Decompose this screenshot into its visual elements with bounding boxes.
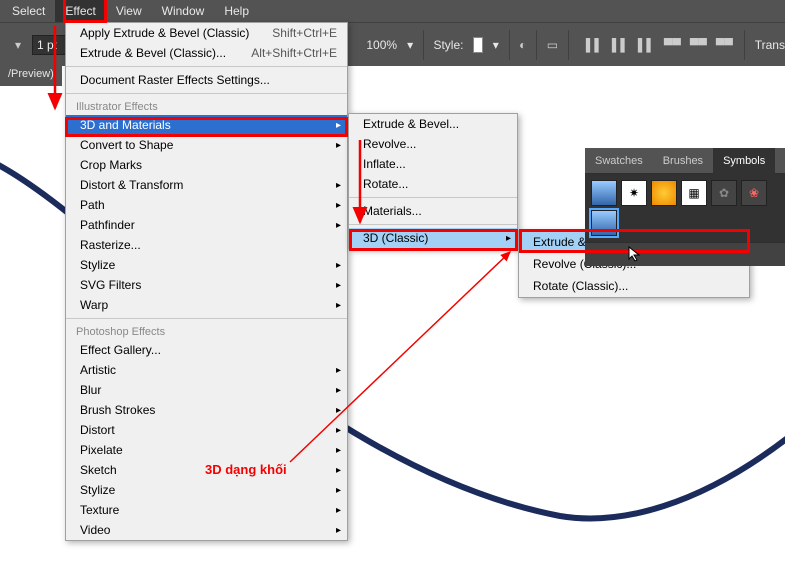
- menu-blur[interactable]: Blur: [66, 380, 347, 400]
- menu-3d-materials[interactable]: 3D and Materials: [66, 115, 347, 135]
- menu-pathfinder[interactable]: Pathfinder: [66, 215, 347, 235]
- menu-video[interactable]: Video: [66, 520, 347, 540]
- menu-window[interactable]: Window: [152, 0, 215, 22]
- document-tab[interactable]: /Preview): [0, 66, 62, 86]
- panel-toolbar: [585, 242, 785, 266]
- menu-apply-extrude[interactable]: Apply Extrude & Bevel (Classic) Shift+Ct…: [66, 23, 347, 43]
- align-right-icon[interactable]: ▌▌: [636, 35, 656, 55]
- symbols-grid: ✷ ▦ ✿ ❀: [585, 174, 785, 242]
- divider: [66, 66, 347, 67]
- opacity-icon[interactable]: ◐: [519, 35, 526, 55]
- align-top-icon[interactable]: ▀▀: [662, 35, 682, 55]
- menu-effect-gallery[interactable]: Effect Gallery...: [66, 340, 347, 360]
- menu-crop-marks[interactable]: Crop Marks: [66, 155, 347, 175]
- document-setup-icon[interactable]: ▭: [547, 35, 558, 55]
- menu-texture[interactable]: Texture: [66, 500, 347, 520]
- align-bottom-icon[interactable]: ▀▀: [714, 35, 734, 55]
- tab-symbols[interactable]: Symbols: [713, 148, 775, 174]
- symbol-thumb[interactable]: [591, 180, 617, 206]
- stroke-weight-group: ▾: [8, 35, 66, 55]
- stroke-weight-input[interactable]: [32, 35, 66, 55]
- menu-item-label: Apply Extrude & Bevel (Classic): [80, 26, 249, 40]
- zoom-dropdown-icon[interactable]: ▾: [407, 38, 413, 52]
- divider: [349, 197, 517, 198]
- menu-item-label: Extrude & Bevel (Classic)...: [80, 46, 226, 60]
- caret-icon: ▾: [8, 35, 28, 55]
- symbol-thumb[interactable]: ✷: [621, 180, 647, 206]
- tab-brushes[interactable]: Brushes: [653, 148, 713, 174]
- symbol-thumb[interactable]: ▦: [681, 180, 707, 206]
- style-dropdown-icon[interactable]: ▾: [493, 38, 499, 52]
- symbol-thumb[interactable]: ❀: [741, 180, 767, 206]
- menu-help[interactable]: Help: [214, 0, 259, 22]
- align-middle-icon[interactable]: ▀▀: [688, 35, 708, 55]
- align-left-icon[interactable]: ▌▌: [584, 35, 604, 55]
- menu-path[interactable]: Path: [66, 195, 347, 215]
- menu-pixelate[interactable]: Pixelate: [66, 440, 347, 460]
- menu-bar: Select Effect View Window Help: [0, 0, 785, 22]
- tab-swatches[interactable]: Swatches: [585, 148, 653, 174]
- menu-stylize-ai[interactable]: Stylize: [66, 255, 347, 275]
- menu-warp[interactable]: Warp: [66, 295, 347, 315]
- menu-stylize-ps[interactable]: Stylize: [66, 480, 347, 500]
- menu-select[interactable]: Select: [2, 0, 55, 22]
- menu-effect[interactable]: Effect: [55, 0, 105, 22]
- zoom-value[interactable]: 100%: [366, 38, 397, 52]
- menu-view[interactable]: View: [106, 0, 152, 22]
- shortcut: Shift+Ctrl+E: [272, 26, 347, 40]
- submenu-rotate[interactable]: Rotate...: [349, 174, 517, 194]
- transform-label[interactable]: Trans: [755, 38, 785, 52]
- submenu-3d-classic[interactable]: 3D (Classic): [349, 228, 517, 248]
- submenu-revolve[interactable]: Revolve...: [349, 134, 517, 154]
- submenu-3d-materials: Extrude & Bevel... Revolve... Inflate...…: [348, 113, 518, 249]
- style-swatch[interactable]: [473, 37, 482, 53]
- submenu-materials[interactable]: Materials...: [349, 201, 517, 221]
- symbol-thumb[interactable]: [651, 180, 677, 206]
- symbol-thumb[interactable]: ✿: [711, 180, 737, 206]
- illustrator-header: Illustrator Effects: [66, 97, 347, 115]
- menu-doc-raster[interactable]: Document Raster Effects Settings...: [66, 70, 347, 90]
- menu-artistic[interactable]: Artistic: [66, 360, 347, 380]
- menu-extrude-bevel[interactable]: Extrude & Bevel (Classic)... Alt+Shift+C…: [66, 43, 347, 63]
- symbol-thumb[interactable]: [591, 210, 617, 236]
- menu-rasterize[interactable]: Rasterize...: [66, 235, 347, 255]
- panels-dock: Swatches Brushes Symbols ✷ ▦ ✿ ❀: [585, 148, 785, 266]
- photoshop-header: Photoshop Effects: [66, 322, 347, 340]
- submenu-inflate[interactable]: Inflate...: [349, 154, 517, 174]
- align-buttons: ▌▌ ▌▌ ▌▌ ▀▀ ▀▀ ▀▀: [584, 35, 734, 55]
- submenu-extrude-bevel[interactable]: Extrude & Bevel...: [349, 114, 517, 134]
- divider: [66, 318, 347, 319]
- divider: [349, 224, 517, 225]
- menu-brush-strokes[interactable]: Brush Strokes: [66, 400, 347, 420]
- align-center-icon[interactable]: ▌▌: [610, 35, 630, 55]
- cursor-icon: [628, 246, 644, 262]
- shortcut: Alt+Shift+Ctrl+E: [251, 46, 347, 60]
- menu-distort-ps[interactable]: Distort: [66, 420, 347, 440]
- menu-svg-filters[interactable]: SVG Filters: [66, 275, 347, 295]
- annotation-text: 3D dạng khối: [205, 462, 287, 477]
- panel-tabs: Swatches Brushes Symbols: [585, 148, 785, 174]
- submenu-rotate-classic[interactable]: Rotate (Classic)...: [519, 275, 749, 297]
- menu-distort-transform[interactable]: Distort & Transform: [66, 175, 347, 195]
- menu-convert-shape[interactable]: Convert to Shape: [66, 135, 347, 155]
- style-label: Style:: [433, 38, 463, 52]
- divider: [66, 93, 347, 94]
